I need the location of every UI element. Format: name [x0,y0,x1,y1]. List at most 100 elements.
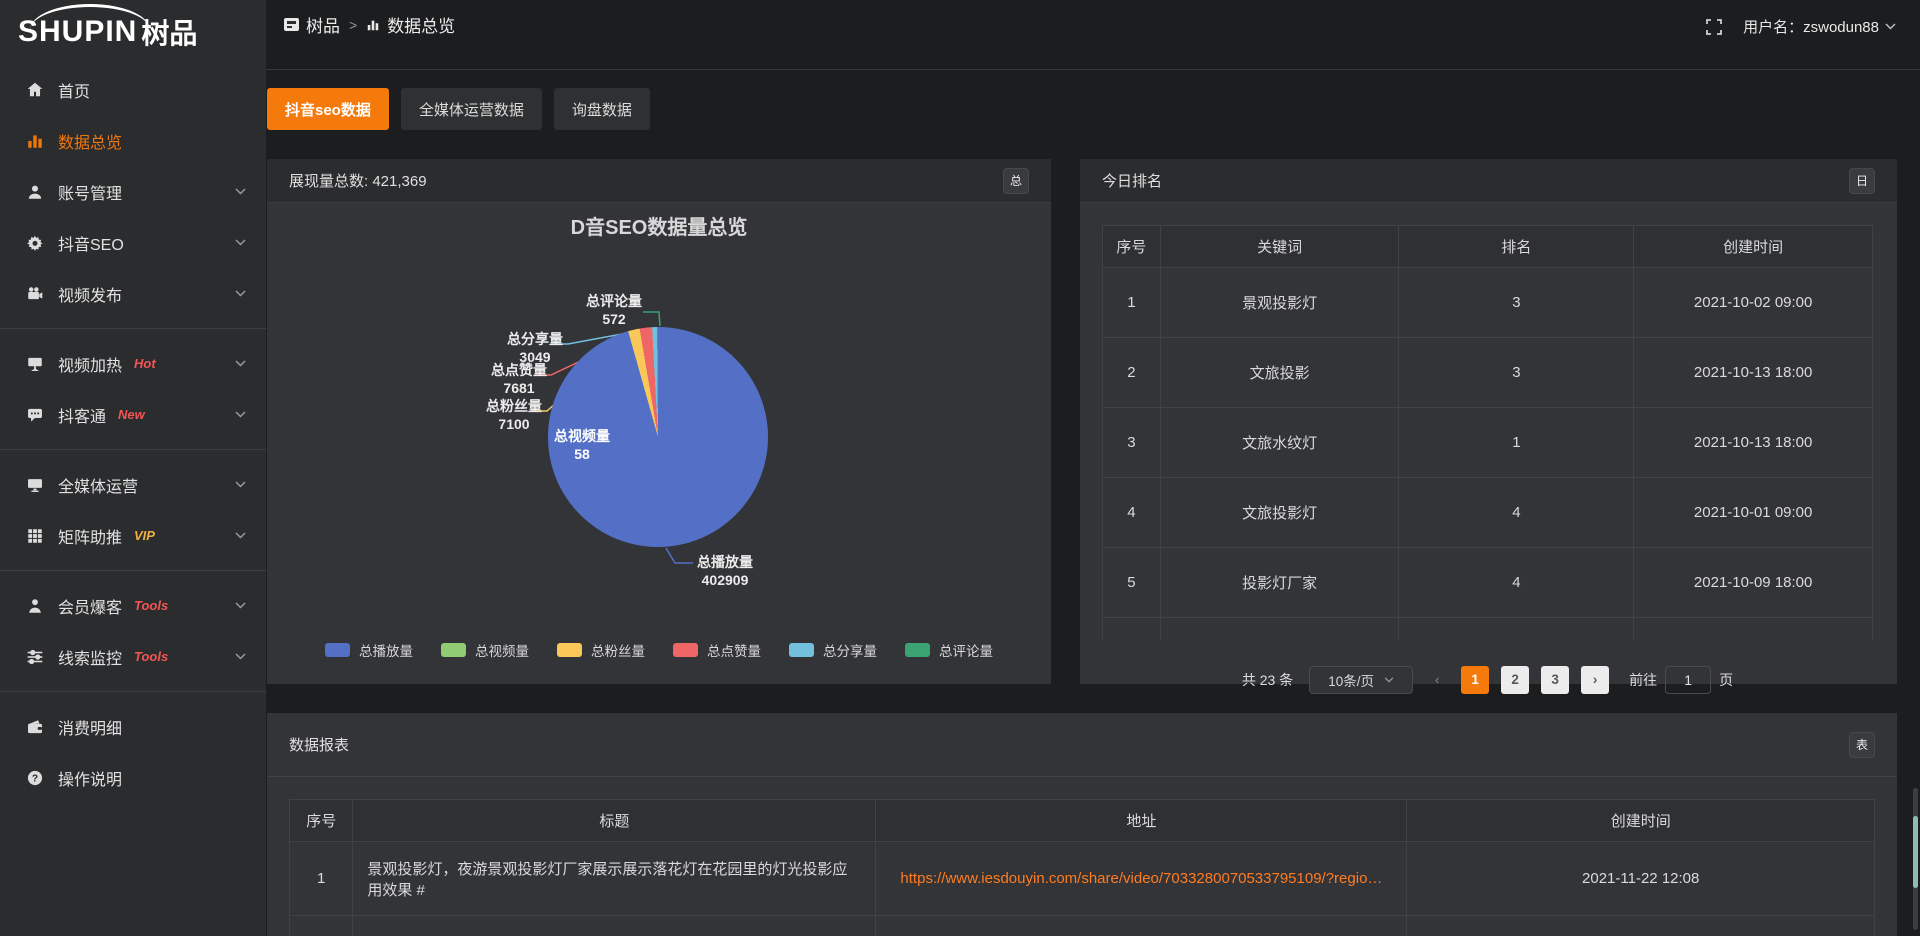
chevron-down-icon [1885,23,1896,30]
sidebar-item-instructions[interactable]: ? 操作说明 [0,752,266,803]
user-dropdown[interactable]: 用户名：zswodun88 [1743,16,1896,37]
sidebar-item-video-heat[interactable]: 视频加热 Hot [0,338,266,389]
scrollbar-thumb[interactable] [1913,816,1918,888]
breadcrumb-item-current[interactable]: 数据总览 [366,12,455,37]
legend-item-shares[interactable]: 总分享量 [789,640,877,660]
table-row[interactable]: 1景观投影灯32021-10-02 09:00 [1103,268,1873,338]
chevron-down-icon [235,360,246,367]
column-header: 序号 [1103,226,1161,268]
top-header: 树品 > 数据总览 用户名：zswodun88 [266,0,1920,70]
chevron-down-icon [235,602,246,609]
sliders-icon [26,648,44,666]
overview-panel-title: 展现量总数: 421,369 [289,170,427,191]
table-row[interactable]: 4文旅投影灯42021-10-01 09:00 [1103,478,1873,548]
table-row[interactable]: 3文旅水纹灯12021-10-13 18:00 [1103,408,1873,478]
column-header: 创建时间 [1634,226,1873,268]
report-table: 序号 标题 地址 创建时间 1 景观投影灯，夜游景观投影灯厂家展示展示落花灯在花… [289,799,1875,936]
report-panel-header: 数据报表 表 [267,713,1897,777]
column-header: 关键词 [1160,226,1399,268]
sidebar-item-clue-monitor[interactable]: 线索监控 Tools [0,631,266,682]
sidebar-item-home[interactable]: 首页 [0,64,266,115]
page-button-1[interactable]: 1 [1461,666,1489,694]
goto-label: 前往 [1629,670,1657,690]
video-camera-icon [26,285,44,303]
sidebar-item-omnimedia[interactable]: 全媒体运营 [0,459,266,510]
legend-swatch [789,643,814,657]
overview-panel: 展现量总数: 421,369 总 D音SEO数据量总览 总评论量 572 [267,159,1051,684]
breadcrumb: 树品 > 数据总览 [284,12,455,37]
sidebar-item-data-overview[interactable]: 数据总览 [0,115,266,166]
sidebar-item-matrix-boost[interactable]: 矩阵助推 VIP [0,510,266,561]
report-panel: 数据报表 表 序号 标题 地址 创建时间 1 景观投影灯，夜游景观投影灯 [267,713,1897,936]
goto-page-input[interactable] [1665,666,1711,694]
page-button-3[interactable]: 3 [1541,666,1569,694]
column-header: 创建时间 [1407,800,1875,842]
tools-badge: Tools [134,598,168,613]
sidebar-divider [0,328,266,329]
pagination: 共 23 条 10条/页 ‹ 1 2 3 › 前往 页 [1102,666,1873,694]
svg-text:?: ? [32,773,38,784]
day-toggle-button[interactable]: 日 [1849,168,1875,194]
screen-icon [26,355,44,373]
sidebar-item-member-baoke[interactable]: 会员爆客 Tools [0,580,266,631]
sidebar-item-account[interactable]: 账号管理 [0,166,266,217]
sidebar-divider [0,570,266,571]
vip-badge: VIP [134,528,155,543]
pie-chart: D音SEO数据量总览 总评论量 572 总分享量 3049 [267,203,1051,683]
scrollbar-track[interactable] [1913,788,1918,930]
chevron-down-icon [235,411,246,418]
legend-swatch [441,643,466,657]
help-icon: ? [26,769,44,787]
chart-legend: 总播放量 总视频量 总粉丝量 总点赞量 总分享量 总评论量 [267,640,1051,660]
sidebar-item-douyin-seo[interactable]: 抖音SEO [0,217,266,268]
pie-label-videos: 总视频量 58 [537,427,627,463]
legend-item-comments[interactable]: 总评论量 [905,640,993,660]
pie-label-likes: 总点赞量 7681 [474,361,564,397]
user-icon [26,183,44,201]
column-header: 序号 [290,800,353,842]
table-row[interactable]: 1 景观投影灯，夜游景观投影灯厂家展示展示落花灯在花园里的灯光投影应用效果 # … [290,842,1875,916]
page-button-2[interactable]: 2 [1501,666,1529,694]
table-header-row: 序号 标题 地址 创建时间 [290,800,1875,842]
sidebar-item-consumption[interactable]: 消费明细 [0,701,266,752]
pie-label-comments: 总评论量 572 [569,292,659,328]
fullscreen-icon[interactable] [1705,18,1723,36]
breadcrumb-item-home[interactable]: 树品 [284,12,340,37]
member-icon [26,597,44,615]
legend-swatch [673,643,698,657]
bar-chart-icon [26,132,44,150]
table-row[interactable]: 2文旅投影32021-10-13 18:00 [1103,338,1873,408]
grid-icon [26,527,44,545]
legend-item-likes[interactable]: 总点赞量 [673,640,761,660]
sidebar-divider [0,691,266,692]
chevron-down-icon [235,290,246,297]
tools-badge: Tools [134,649,168,664]
logo-arc [30,4,150,30]
tab-inquiry-data[interactable]: 询盘数据 [554,88,650,130]
table-row-empty [1103,618,1873,640]
pie-label-plays: 总播放量 402909 [680,553,770,589]
column-header: 地址 [876,800,1407,842]
breadcrumb-separator: > [349,17,357,33]
page-size-select[interactable]: 10条/页 [1309,666,1413,694]
data-tabs: 抖音seo数据 全媒体运营数据 询盘数据 [267,88,1920,130]
sidebar-item-doukertong[interactable]: 抖客通 New [0,389,266,440]
pagination-total: 共 23 条 [1242,670,1293,690]
table-row[interactable]: 5投影灯厂家42021-10-09 18:00 [1103,548,1873,618]
monitor-icon [26,476,44,494]
sidebar-divider [0,449,266,450]
legend-item-videos[interactable]: 总视频量 [441,640,529,660]
table-toggle-button[interactable]: 表 [1849,732,1875,758]
tab-omnimedia-data[interactable]: 全媒体运营数据 [401,88,542,130]
total-toggle-button[interactable]: 总 [1003,168,1029,194]
next-page-button[interactable]: › [1581,666,1609,694]
legend-item-fans[interactable]: 总粉丝量 [557,640,645,660]
ranking-panel-title: 今日排名 [1102,170,1162,191]
chevron-down-icon [235,532,246,539]
sidebar-item-video-publish[interactable]: 视频发布 [0,268,266,319]
video-url-link[interactable]: https://www.iesdouyin.com/share/video/70… [900,870,1382,887]
prev-page-button[interactable]: ‹ [1425,666,1449,694]
legend-item-plays[interactable]: 总播放量 [325,640,413,660]
app-logo[interactable]: SHUPIN 树品 [0,0,266,64]
tab-douyin-seo-data[interactable]: 抖音seo数据 [267,88,389,130]
